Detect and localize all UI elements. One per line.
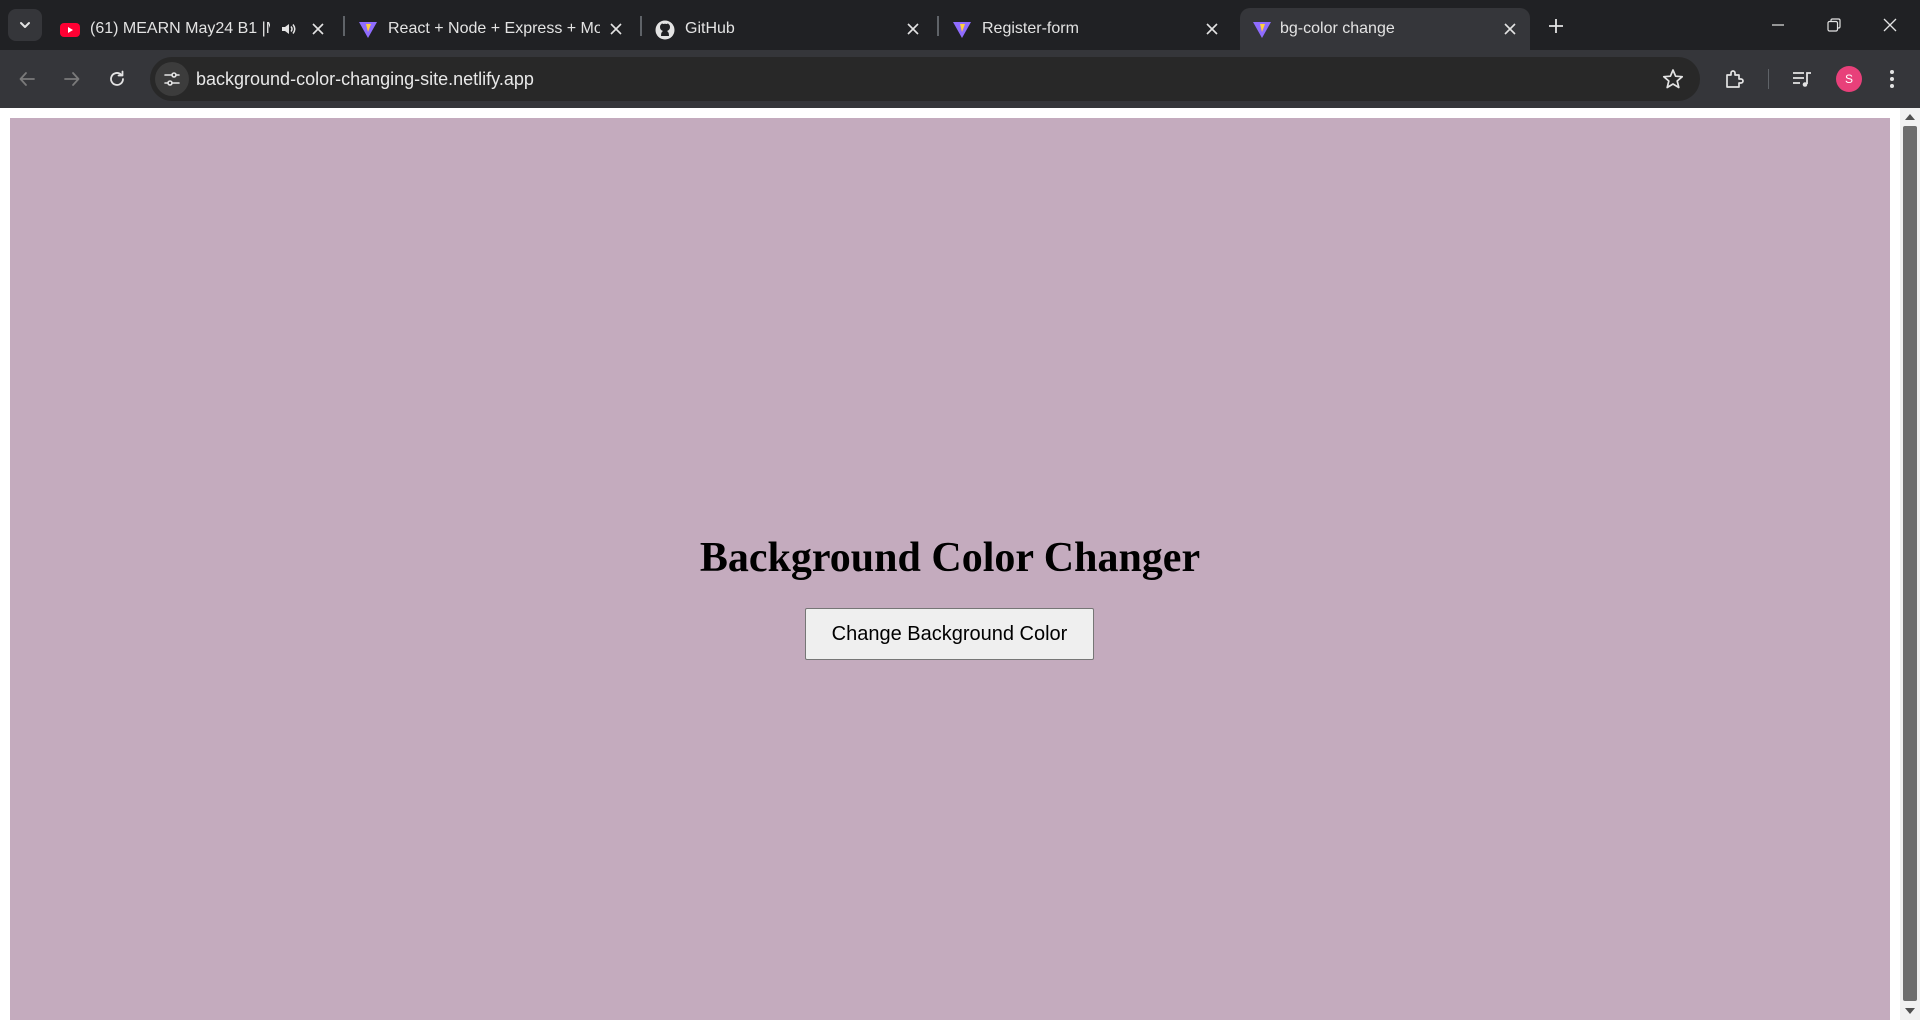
queue-music-icon [1793, 72, 1811, 87]
close-tab-icon[interactable] [310, 21, 326, 37]
tab-strip: (61) MEARN May24 B1 |MERN React + Node +… [0, 0, 1920, 50]
puzzle-icon [1726, 70, 1744, 88]
minimize-icon [1772, 24, 1784, 26]
close-tab-icon[interactable] [1204, 21, 1220, 37]
tab-separator [640, 16, 642, 36]
youtube-icon [60, 23, 80, 37]
plus-icon [1549, 19, 1563, 33]
change-background-button[interactable]: Change Background Color [805, 608, 1094, 660]
browser-toolbar: background-color-changing-site.netlify.a… [0, 50, 1920, 108]
close-tab-icon[interactable] [905, 21, 921, 37]
chevron-down-icon [20, 22, 30, 28]
arrow-left-icon [19, 72, 35, 86]
minimize-button[interactable] [1750, 0, 1806, 50]
close-tab-icon[interactable] [608, 21, 624, 37]
toolbar-divider [1768, 69, 1769, 89]
tab-separator [937, 16, 939, 36]
more-vert-icon [1890, 70, 1894, 88]
vite-icon [359, 22, 377, 38]
close-tab-icon[interactable] [1502, 21, 1518, 37]
page-background: Background Color Changer Change Backgrou… [10, 118, 1890, 1020]
page-title: Background Color Changer [699, 535, 1201, 581]
tab-title: GitHub [685, 20, 735, 37]
scroll-up-arrow-icon[interactable] [1904, 112, 1916, 122]
menu-button[interactable] [1878, 65, 1906, 93]
tab-title: Register-form [982, 20, 1079, 37]
vertical-scrollbar[interactable] [1900, 108, 1920, 1020]
vite-icon [953, 22, 971, 38]
forward-button[interactable] [56, 63, 88, 95]
extensions-button[interactable] [1721, 65, 1749, 93]
arrow-right-icon [64, 72, 80, 86]
close-icon [1883, 18, 1897, 32]
tab-search-button[interactable] [8, 9, 42, 41]
media-controls-button[interactable] [1788, 65, 1816, 93]
tab-separator [343, 16, 345, 36]
scroll-down-arrow-icon[interactable] [1904, 1006, 1916, 1016]
tune-icon [164, 72, 180, 86]
back-button[interactable] [11, 63, 43, 95]
tab-react-node[interactable]: React + Node + Express + MongoDB [346, 8, 638, 50]
url-text[interactable]: background-color-changing-site.netlify.a… [196, 57, 534, 101]
tab-title: bg-color change [1280, 20, 1395, 37]
reload-icon [110, 70, 124, 86]
tab-bg-color-change[interactable]: bg-color change [1240, 8, 1530, 50]
tab-title: (61) MEARN May24 B1 |MERN [90, 20, 270, 37]
tab-github[interactable]: GitHub [643, 8, 935, 50]
tab-youtube[interactable]: (61) MEARN May24 B1 |MERN [48, 8, 342, 50]
reload-button[interactable] [101, 63, 133, 95]
bookmark-star-icon[interactable] [1662, 68, 1684, 90]
tab-title: React + Node + Express + MongoDB [388, 20, 600, 37]
new-tab-button[interactable] [1542, 12, 1570, 40]
address-bar[interactable]: background-color-changing-site.netlify.a… [150, 57, 1700, 101]
vite-icon [1253, 22, 1271, 38]
scrollbar-thumb[interactable] [1903, 126, 1917, 1001]
restore-button[interactable] [1806, 0, 1862, 50]
restore-icon [1827, 18, 1841, 32]
speaker-icon[interactable] [280, 20, 298, 38]
page-viewport: Background Color Changer Change Backgrou… [0, 108, 1920, 1020]
site-info-button[interactable] [155, 62, 189, 96]
profile-avatar[interactable]: S [1836, 66, 1862, 92]
github-icon [655, 20, 675, 40]
tab-register-form[interactable]: Register-form [940, 8, 1232, 50]
close-window-button[interactable] [1862, 0, 1918, 50]
